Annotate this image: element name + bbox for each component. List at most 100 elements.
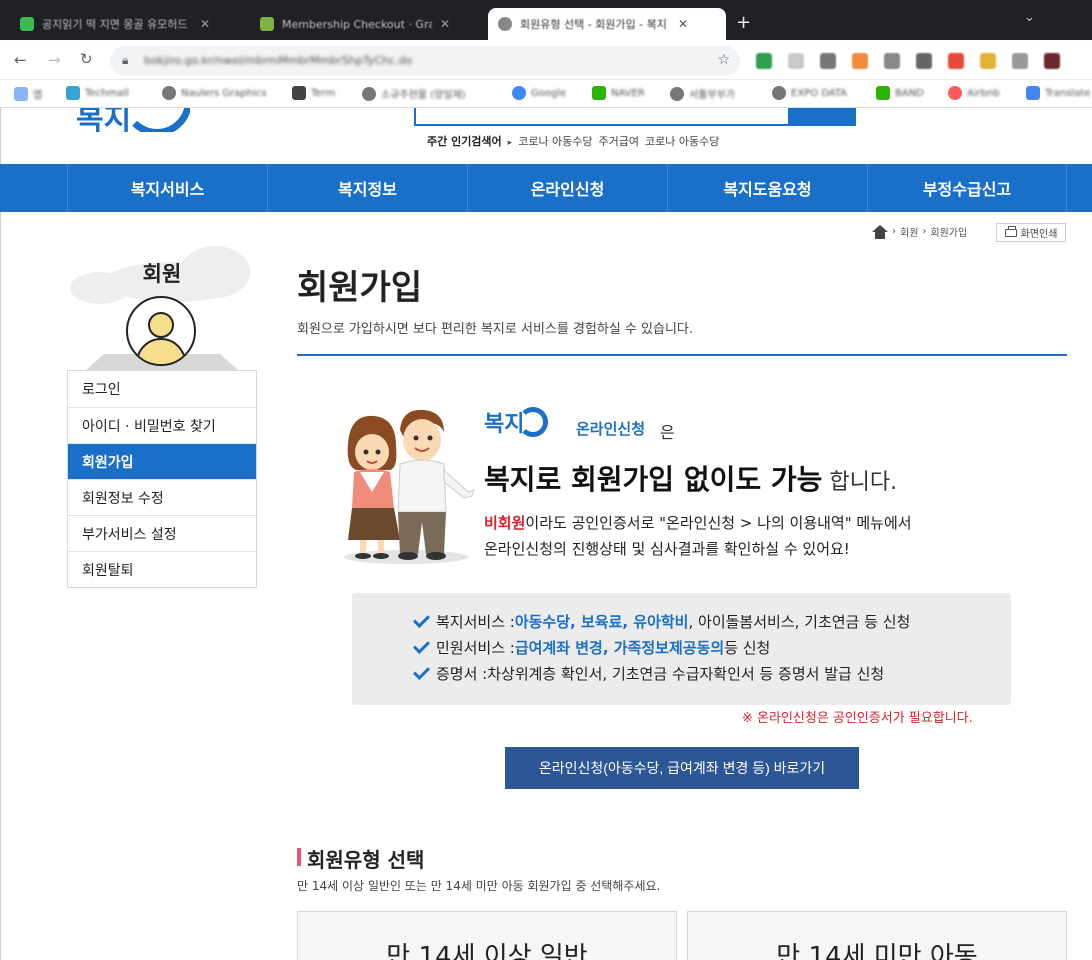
- band-icon: [876, 86, 890, 100]
- browser-tab-active[interactable]: 회원유형 선택 - 회원가입 - 복지 ✕: [488, 8, 726, 40]
- site-search-button[interactable]: [788, 108, 856, 126]
- nav-fraud-report[interactable]: 부정수급신고: [867, 164, 1067, 212]
- apps-icon: [14, 86, 28, 101]
- member-type-card-child[interactable]: 만 14세 미만 아동: [687, 911, 1067, 960]
- bookmark-favicon-icon: [162, 86, 176, 100]
- print-label: 화면인쇄: [1020, 229, 1058, 240]
- bokjiro-logo: 복지: [484, 406, 549, 438]
- bookmark-label: Term: [311, 87, 336, 99]
- popular-keyword[interactable]: 코로나 아동수당: [645, 135, 719, 148]
- sidebar-menu: 로그인 아이디 · 비밀번호 찾기 회원가입 회원정보 수정 부가서비스 설정 …: [67, 370, 257, 588]
- bookmark-apps[interactable]: 앱: [14, 86, 42, 101]
- extension-icon[interactable]: [820, 53, 836, 69]
- member-type-card-adult[interactable]: 만 14세 이상 일반: [297, 911, 677, 960]
- bookmark-item[interactable]: Term: [292, 86, 335, 100]
- couple-illustration-icon: [347, 409, 475, 560]
- sidebar-item-extra-services[interactable]: 부가서비스 설정: [68, 515, 256, 551]
- extension-icon[interactable]: [788, 53, 804, 69]
- new-tab-button[interactable]: +: [736, 12, 751, 33]
- bookmark-favicon-icon: [292, 86, 306, 100]
- sidebar-item-withdraw[interactable]: 회원탈퇴: [68, 551, 256, 587]
- sidebar-item-login[interactable]: 로그인: [68, 371, 256, 407]
- back-icon[interactable]: ←: [14, 51, 27, 69]
- extension-icon[interactable]: [884, 53, 900, 69]
- sidebar-item-find-id-password[interactable]: 아이디 · 비밀번호 찾기: [68, 407, 256, 443]
- bookmark-favicon-icon: [362, 86, 376, 101]
- breadcrumb-separator-icon: ›: [892, 226, 896, 237]
- bookmark-item[interactable]: EXPO DATA: [772, 86, 847, 100]
- online-apply-button[interactable]: 온라인신청(아동수당, 급여계좌 변경 등) 바로가기: [505, 747, 859, 789]
- promo-headline-suffix: 합니다.: [822, 470, 898, 495]
- section-marker: [297, 848, 301, 866]
- close-icon[interactable]: ✕: [678, 17, 688, 31]
- bookmark-label: Google: [531, 87, 567, 99]
- bookmark-item[interactable]: NAVER: [592, 86, 645, 100]
- address-bar[interactable]: 🔒︎ bokjiro.go.kr/nwel/mbrmMmbrMmbrShpTyC…: [110, 46, 740, 76]
- nav-welfare-services[interactable]: 복지서비스: [67, 164, 267, 212]
- title-divider: [297, 354, 1067, 356]
- extension-icon[interactable]: [852, 53, 868, 69]
- site-search-input[interactable]: [414, 108, 790, 126]
- popular-keyword[interactable]: 주거급여: [599, 135, 639, 148]
- bookmark-label: 서툴부부가: [689, 90, 735, 101]
- logo-ring-icon: [122, 108, 190, 132]
- browser-tab[interactable]: 공지읽기 떡 지면 몽골 유모허드 ✕: [10, 8, 246, 40]
- bookmark-label: BAND: [895, 87, 924, 99]
- bookmark-item[interactable]: Techmall: [66, 86, 129, 100]
- close-icon[interactable]: ✕: [200, 17, 210, 31]
- sidebar-item-edit-profile[interactable]: 회원정보 수정: [68, 479, 256, 515]
- bookmark-item[interactable]: 소규주현물 (양일제): [362, 86, 466, 101]
- google-icon: [512, 86, 526, 100]
- promo-apply-label: 온라인신청: [576, 420, 646, 438]
- browser-tab[interactable]: Membership Checkout · Graph ✕: [250, 8, 486, 40]
- bookmark-item[interactable]: Translate: [1026, 86, 1090, 100]
- translate-icon: [1026, 86, 1040, 100]
- nav-welfare-info[interactable]: 복지정보: [267, 164, 467, 212]
- nav-online-apply[interactable]: 온라인신청: [467, 164, 667, 212]
- check-icon: [413, 662, 430, 680]
- tab-title: 회원유형 선택 - 회원가입 - 복지: [520, 18, 667, 31]
- breadcrumb-item[interactable]: 회원가입: [930, 224, 967, 239]
- info-row: 민원서비스 : 급여계좌 변경, 가족정보제공동의 등 신청: [413, 636, 770, 658]
- bookmark-favicon-icon: [670, 86, 684, 101]
- info-row: 증명서 : 차상위계층 확인서, 기초연금 수급자확인서 등 증명서 발급 신청: [413, 662, 884, 684]
- info-label: 증명서 :: [436, 665, 488, 683]
- bookmark-label: Techmall: [85, 87, 129, 99]
- promo-particle: 은: [660, 423, 675, 442]
- bookmark-item[interactable]: 서툴부부가: [670, 86, 735, 101]
- sidebar-item-signup[interactable]: 회원가입: [68, 443, 256, 479]
- promo-headline: 복지로 회원가입 없이도 가능 합니다.: [484, 458, 897, 498]
- home-icon[interactable]: [872, 224, 888, 239]
- nav-help-request[interactable]: 복지도움요청: [667, 164, 867, 212]
- info-highlight: 아동수당, 보육료, 유아학비: [514, 613, 689, 631]
- card-title: 만 14세 이상 일반: [386, 942, 588, 960]
- site-logo[interactable]: 복지: [70, 108, 190, 132]
- extension-icon[interactable]: [980, 53, 996, 69]
- section-description: 만 14세 이상 일반인 또는 만 14세 미만 아동 회원가입 중 선택해주세…: [297, 879, 661, 893]
- info-row: 복지서비스 : 아동수당, 보육료, 유아학비 , 아이돌봄서비스, 기초연금 …: [413, 610, 910, 632]
- popular-keyword[interactable]: 코로나 아동수당: [518, 135, 592, 148]
- bookmark-star-icon[interactable]: ☆: [717, 52, 730, 68]
- tab-title: 공지읽기 떡 지면 몽골 유모허드: [42, 18, 188, 31]
- tab-title: Membership Checkout · Graph: [282, 17, 432, 31]
- breadcrumb-separator-icon: ›: [922, 226, 927, 237]
- bookmark-item[interactable]: Airbnb: [948, 86, 1000, 100]
- extension-icon[interactable]: [916, 53, 932, 69]
- bookmark-item[interactable]: Naulers Graphics: [162, 86, 267, 100]
- tab-search-icon[interactable]: ⌄: [1024, 10, 1035, 25]
- popular-keywords: 주간 인기검색어 ▸ 코로나 아동수당 주거급여 코로나 아동수당: [427, 133, 725, 149]
- extension-icon[interactable]: [1044, 53, 1060, 69]
- forward-icon[interactable]: →: [48, 51, 61, 69]
- print-button[interactable]: 화면인쇄: [996, 223, 1066, 242]
- extension-icon[interactable]: [1012, 53, 1028, 69]
- promo-text-line-1: 비회원이라도 공인인증서로 "온라인신청 > 나의 이용내역" 메뉴에서: [484, 512, 912, 533]
- reload-icon[interactable]: ↻: [80, 50, 93, 68]
- breadcrumb-item[interactable]: 회원: [900, 224, 918, 239]
- extension-icon[interactable]: [756, 53, 772, 69]
- close-icon[interactable]: ✕: [440, 17, 450, 31]
- bookmark-item[interactable]: BAND: [876, 86, 924, 100]
- popular-label: 주간 인기검색어: [427, 135, 502, 148]
- bookmark-label: Airbnb: [967, 87, 1000, 99]
- extension-icon[interactable]: [948, 53, 964, 69]
- bookmark-item[interactable]: Google: [512, 86, 566, 100]
